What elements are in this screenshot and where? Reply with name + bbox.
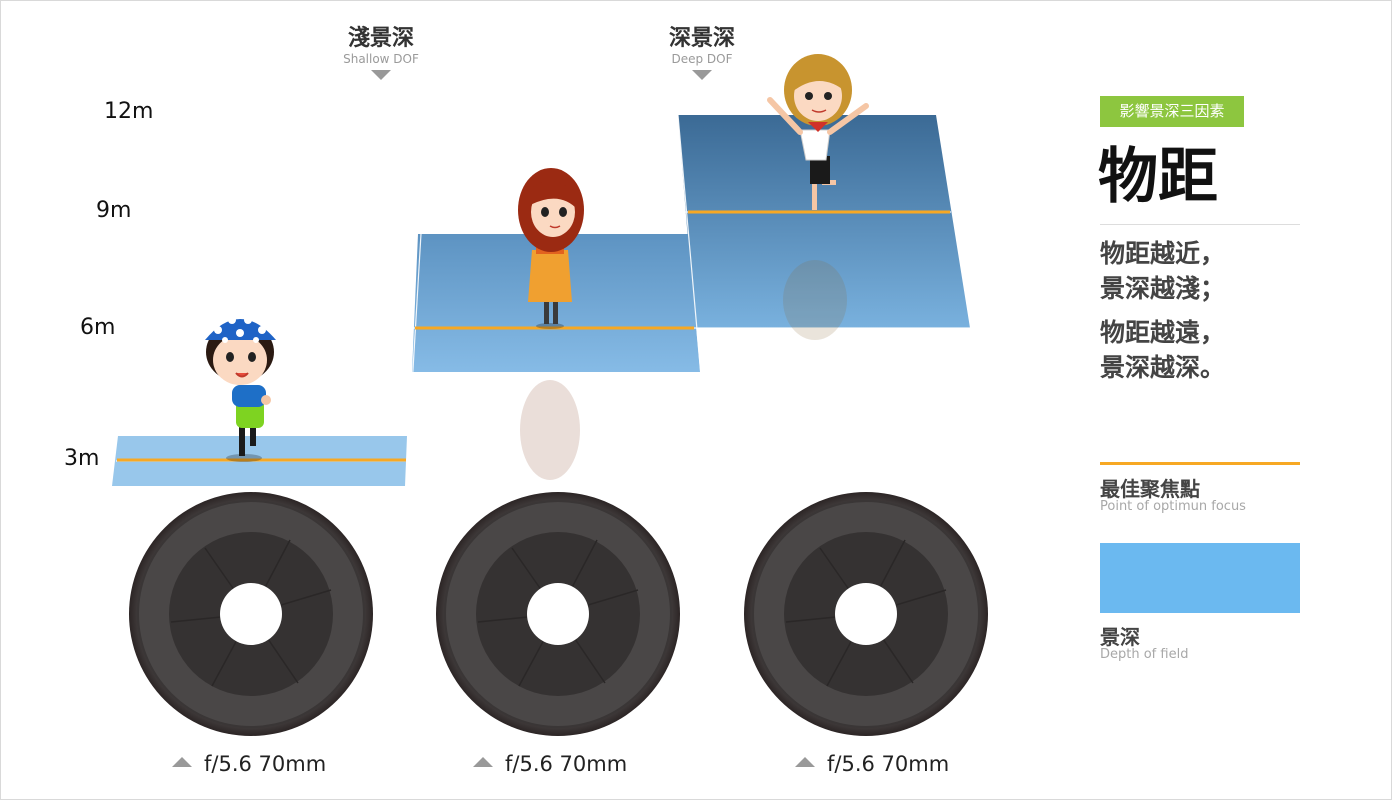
header-shallow-en: Shallow DOF bbox=[343, 52, 419, 66]
lens-3 bbox=[744, 492, 988, 736]
lens-label-2: f/5.6 70mm bbox=[473, 752, 627, 776]
factor-badge: 影響景深三因素 bbox=[1100, 96, 1244, 127]
down-triangle-icon bbox=[692, 70, 712, 80]
header-deep-zh: 深景深 bbox=[668, 26, 735, 51]
desc-line-2: 景深越淺； bbox=[1100, 274, 1226, 303]
legend-dof-zh: 景深 bbox=[1100, 625, 1140, 649]
lens-2 bbox=[436, 492, 680, 736]
legend-dof-en: Depth of field bbox=[1100, 647, 1189, 662]
up-triangle-icon bbox=[795, 757, 815, 767]
desc-line-4: 景深越深。 bbox=[1100, 353, 1226, 382]
up-triangle-icon bbox=[172, 757, 192, 767]
lens-spec-text: f/5.6 70mm bbox=[204, 752, 327, 776]
divider bbox=[1100, 224, 1300, 225]
legend-dof-swatch bbox=[1100, 543, 1300, 613]
lens-spec-text: f/5.6 70mm bbox=[827, 752, 950, 776]
distance-label-3m: 3m bbox=[64, 446, 100, 471]
desc-line-1: 物距越近， bbox=[1100, 239, 1226, 268]
panel-title: 物距 bbox=[1098, 142, 1218, 212]
legend-focus-en: Point of optimun focus bbox=[1100, 499, 1246, 514]
down-triangle-icon bbox=[371, 70, 391, 80]
header-shallow-dof: 淺景深 Shallow DOF bbox=[301, 26, 461, 80]
legend-focus-line bbox=[1100, 462, 1300, 465]
distance-label-6m: 6m bbox=[80, 315, 116, 340]
legend-focus-zh: 最佳聚焦點 bbox=[1100, 477, 1200, 501]
header-deep-en: Deep DOF bbox=[671, 52, 733, 66]
up-triangle-icon bbox=[473, 757, 493, 767]
lens-label-1: f/5.6 70mm bbox=[172, 752, 326, 776]
distance-label-9m: 9m bbox=[96, 198, 132, 223]
lens-1 bbox=[129, 492, 373, 736]
distance-label-12m: 12m bbox=[104, 99, 154, 124]
lens-label-3: f/5.6 70mm bbox=[795, 752, 949, 776]
lens-spec-text: f/5.6 70mm bbox=[505, 752, 628, 776]
header-deep-dof: 深景深 Deep DOF bbox=[622, 26, 782, 80]
header-shallow-zh: 淺景深 bbox=[347, 26, 414, 51]
desc-line-3: 物距越遠， bbox=[1100, 318, 1226, 347]
